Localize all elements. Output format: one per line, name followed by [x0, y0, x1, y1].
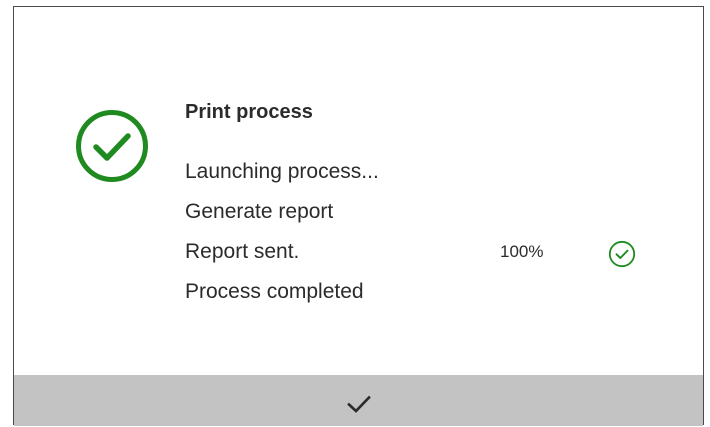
step-report-sent-label: Report sent. — [185, 240, 300, 263]
dialog-title: Print process — [185, 101, 313, 123]
step-generate-label: Generate report — [185, 200, 334, 223]
checkmark-icon — [346, 395, 371, 413]
confirm-button[interactable] — [14, 375, 703, 426]
print-process-dialog: Print process Launching process... Gener… — [13, 6, 704, 426]
report-progress-percent: 100% — [500, 242, 544, 261]
step-launching-label: Launching process... — [185, 160, 379, 183]
step-completed-label: Process completed — [185, 280, 364, 303]
report-sent-check-icon — [608, 240, 636, 268]
check-circle-icon — [75, 109, 149, 183]
